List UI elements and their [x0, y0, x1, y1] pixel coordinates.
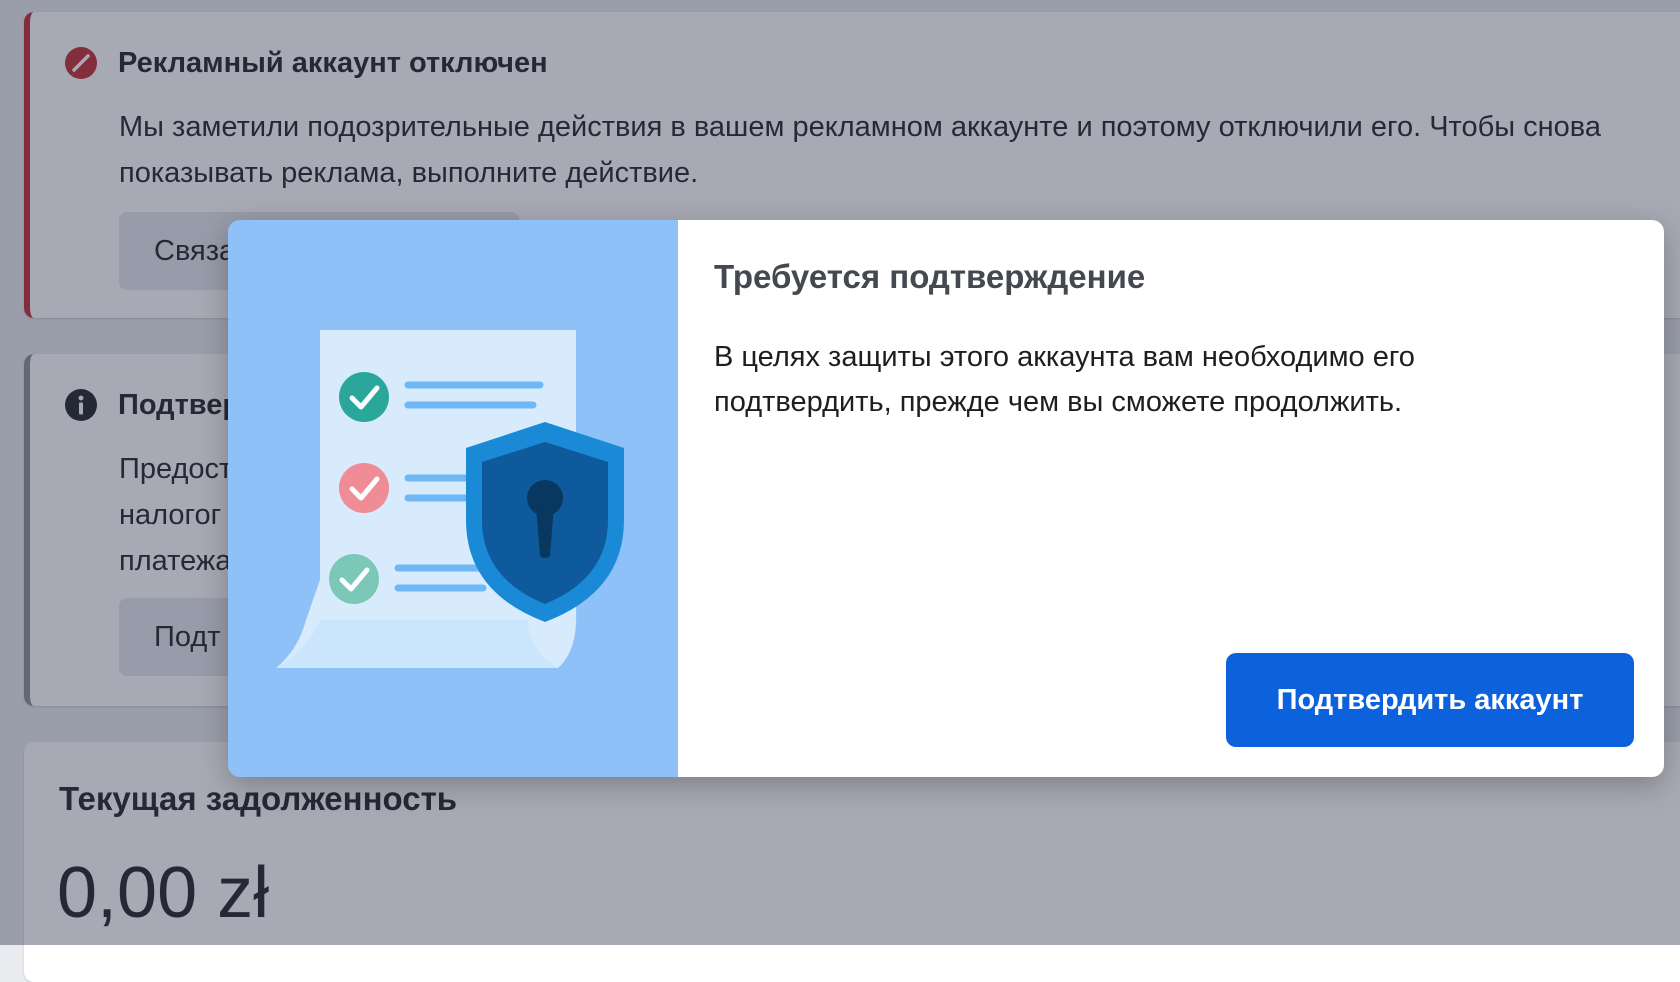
verification-modal: Требуется подтверждение В целях защиты э… — [228, 220, 1664, 777]
confirm-account-button[interactable]: Подтвердить аккаунт — [1226, 653, 1634, 747]
document-shield-lock-illustration — [276, 330, 624, 668]
modal-content: Требуется подтверждение В целях защиты э… — [678, 220, 1664, 777]
modal-illustration-panel — [228, 220, 678, 777]
modal-text: В целях защиты этого аккаунта вам необхо… — [714, 341, 1415, 418]
modal-title: Требуется подтверждение — [714, 258, 1146, 295]
